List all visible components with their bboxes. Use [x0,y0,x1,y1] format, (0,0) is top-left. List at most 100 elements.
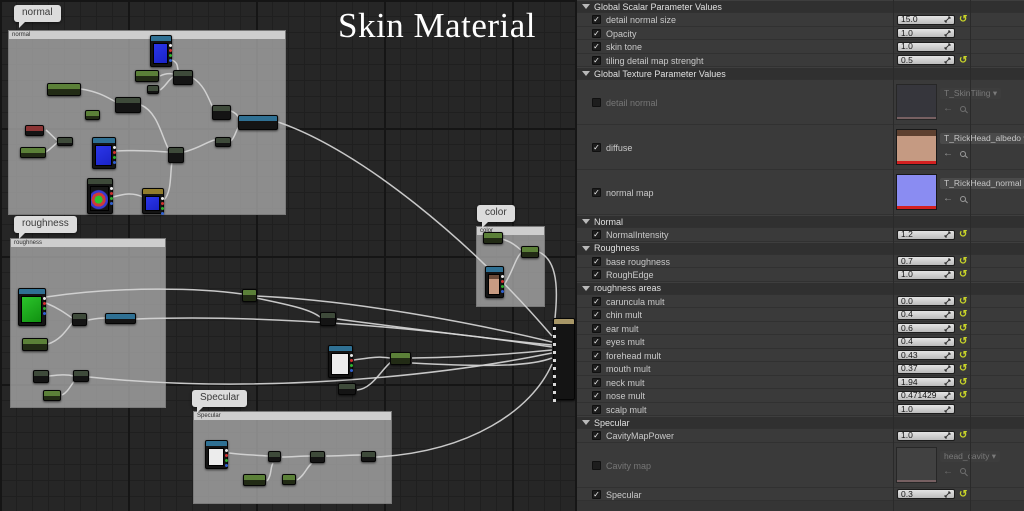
param-value-spinbox[interactable]: 1.0 [897,41,955,52]
graph-node-30[interactable] [361,451,376,462]
graph-node-37[interactable] [338,383,356,395]
graph-node-31[interactable] [483,232,503,244]
param-value-spinbox[interactable]: 0.37 [897,363,955,374]
param-checkbox[interactable]: ✓ [592,337,601,346]
graph-node-4[interactable] [47,83,81,96]
panel-column-divider-2[interactable] [970,0,971,511]
reset-to-default-button[interactable]: ↺ [959,256,967,267]
param-checkbox[interactable] [592,460,601,470]
graph-node-19[interactable] [105,313,136,324]
graph-node-18[interactable] [72,313,87,326]
param-value-spinbox[interactable]: 15.0 [897,14,955,25]
graph-node-32[interactable] [521,246,539,258]
browse-to-asset-icon[interactable] [960,195,966,202]
graph-node-7[interactable] [212,105,231,120]
param-value-spinbox[interactable]: 1.0 [897,404,955,414]
graph-node-10[interactable] [57,137,73,146]
reset-to-default-button[interactable]: ↺ [959,377,967,388]
use-selected-asset-icon[interactable]: ← [943,103,953,114]
param-checkbox[interactable]: ✓ [592,310,601,319]
param-checkbox[interactable]: ✓ [592,270,601,279]
graph-node-3[interactable] [173,70,193,85]
graph-node-27[interactable] [243,474,266,486]
param-value-spinbox[interactable]: 0.3 [897,489,955,499]
texture-asset-dropdown[interactable]: T_RickHead_albedo ▾ [940,133,1024,144]
graph-node-16[interactable] [142,188,164,215]
param-checkbox[interactable]: ✓ [592,230,601,239]
reset-to-default-button[interactable]: ↺ [959,430,967,441]
graph-node-29[interactable] [282,474,296,485]
param-value-spinbox[interactable]: 1.0 [897,28,955,38]
use-selected-asset-icon[interactable]: ← [943,193,953,204]
reset-to-default-button[interactable]: ↺ [959,489,967,500]
graph-node-6[interactable] [85,110,100,120]
param-checkbox[interactable]: ✓ [592,256,601,266]
param-checkbox[interactable]: ✓ [592,143,601,152]
graph-node-28[interactable] [310,451,325,463]
param-checkbox[interactable]: ✓ [592,188,601,197]
param-checkbox[interactable]: ✓ [592,391,601,400]
comment-bubble-color[interactable]: color [477,205,515,228]
param-value-spinbox[interactable]: 0.471429 [897,390,955,401]
graph-node-33[interactable] [485,266,504,298]
param-value-spinbox[interactable]: 0.6 [897,323,955,333]
param-value-spinbox[interactable]: 1.0 [897,430,955,441]
category-header-global-scalar-parameter-values[interactable]: Global Scalar Parameter Values [577,0,1024,13]
param-checkbox[interactable]: ✓ [592,42,601,51]
graph-node-36[interactable] [390,352,411,365]
graph-node-25[interactable] [205,440,228,469]
graph-node-17[interactable] [18,288,46,326]
param-value-spinbox[interactable]: 0.43 [897,350,955,360]
param-value-spinbox[interactable]: 0.4 [897,336,955,347]
param-checkbox[interactable]: ✓ [592,489,601,499]
graph-node-21[interactable] [33,370,49,383]
param-checkbox[interactable]: ✓ [592,323,601,333]
param-value-spinbox[interactable]: 0.4 [897,309,955,320]
graph-node-24[interactable] [242,289,257,302]
graph-node-15[interactable] [87,178,113,214]
texture-asset-dropdown[interactable]: T_RickHead_normal ▾ [940,178,1024,189]
param-checkbox[interactable]: ✓ [592,377,601,387]
use-selected-asset-icon[interactable]: ← [943,466,953,477]
texture-thumbnail[interactable] [896,174,937,210]
graph-node-22[interactable] [73,370,89,382]
graph-node-8[interactable] [238,115,278,130]
reset-to-default-button[interactable]: ↺ [959,323,967,334]
graph-node-35[interactable] [328,345,353,378]
comment-bubble-normal[interactable]: normal [14,5,61,28]
param-checkbox[interactable]: ✓ [592,364,601,373]
category-header-roughness[interactable]: Roughness [577,241,1024,255]
reset-to-default-button[interactable]: ↺ [959,363,967,374]
browse-to-asset-icon[interactable] [960,150,966,157]
reset-to-default-button[interactable]: ↺ [959,309,967,320]
param-checkbox[interactable]: ✓ [592,15,601,24]
graph-node-1[interactable] [135,70,159,82]
texture-thumbnail[interactable] [896,129,937,165]
graph-node-12[interactable] [92,137,116,169]
node-graph-canvas[interactable]: Skin Material normal roughness Specular col… [0,0,577,511]
reset-to-default-button[interactable]: ↺ [959,390,967,401]
panel-column-divider[interactable] [893,0,894,511]
param-value-spinbox[interactable]: 0.0 [897,296,955,306]
param-checkbox[interactable]: ✓ [592,431,601,440]
graph-node-9[interactable] [25,125,44,136]
graph-node-34[interactable] [320,312,336,326]
texture-thumbnail[interactable] [896,84,937,120]
reset-to-default-button[interactable]: ↺ [959,350,967,361]
graph-node-26[interactable] [268,451,281,462]
graph-node-14[interactable] [215,137,231,147]
texture-thumbnail[interactable] [896,446,937,483]
param-value-spinbox[interactable]: 1.2 [897,229,955,240]
category-header-global-texture-parameter-values[interactable]: Global Texture Parameter Values [577,67,1024,80]
browse-to-asset-icon[interactable] [960,468,966,474]
reset-to-default-button[interactable]: ↺ [959,296,967,307]
param-checkbox[interactable]: ✓ [592,55,601,65]
graph-node-20[interactable] [22,338,48,351]
reset-to-default-button[interactable]: ↺ [959,269,967,280]
category-header-roughness-areas[interactable]: roughness areas [577,281,1024,295]
param-value-spinbox[interactable]: 1.0 [897,269,955,280]
param-checkbox[interactable]: ✓ [592,28,601,38]
material-output-node[interactable] [553,318,575,402]
param-value-spinbox[interactable]: 0.5 [897,55,955,65]
param-value-spinbox[interactable]: 0.7 [897,256,955,266]
